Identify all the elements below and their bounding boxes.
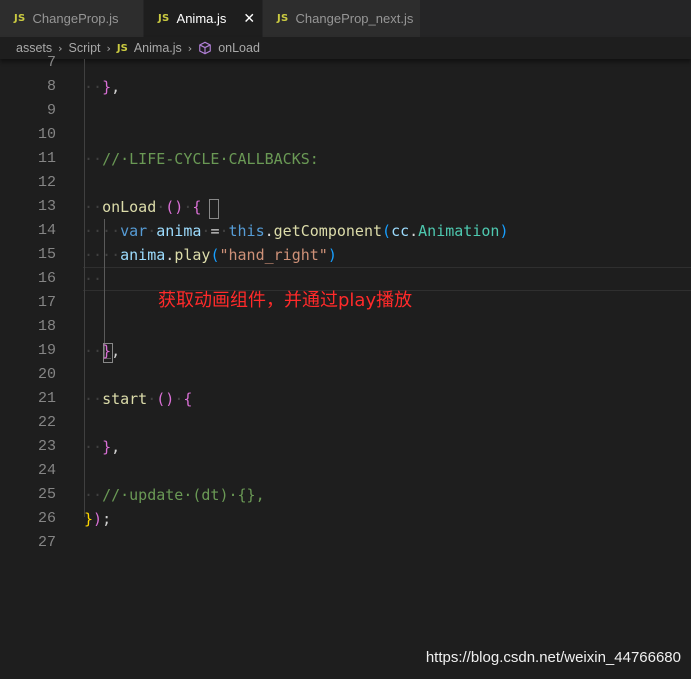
js-file-icon: JS	[158, 13, 170, 24]
js-file-icon: JS	[277, 13, 289, 24]
line-number: 13	[37, 198, 56, 215]
tab-label: ChangeProp.js	[32, 11, 119, 26]
line-number: 15	[37, 246, 56, 263]
tab-label: ChangeProp_next.js	[295, 11, 414, 26]
line-number: 8	[46, 78, 56, 95]
code-line: 24	[0, 459, 691, 483]
line-number: 21	[37, 390, 56, 407]
code-line: 19 ··},	[0, 339, 691, 363]
tab-bar: JS ChangeProp.js JS Anima.js ✕ JS Change…	[0, 0, 691, 37]
line-number: 25	[37, 486, 56, 503]
line-number: 23	[37, 438, 56, 455]
tab-label: Anima.js	[176, 11, 227, 26]
line-number: 14	[37, 222, 56, 239]
code-line: 22	[0, 411, 691, 435]
code-editor[interactable]: 7 8 ··}, 9 10 11 ··//·LIFE-CYCLE·CALLBACKS…	[0, 54, 691, 679]
line-number: 24	[37, 462, 56, 479]
code-line: 14 ····var·anima·=·this.getComponent(cc.A…	[0, 219, 691, 243]
line-number: 26	[37, 510, 56, 527]
code-line: 13 ··onLoad·()·{	[0, 195, 691, 219]
code-line: 7	[0, 51, 691, 75]
watermark-url: https://blog.csdn.net/weixin_44766680	[425, 649, 681, 666]
line-number: 19	[37, 342, 56, 359]
code-line: 18	[0, 315, 691, 339]
close-icon[interactable]: ✕	[243, 11, 255, 27]
tab-changeprop-next[interactable]: JS ChangeProp_next.js	[263, 0, 421, 37]
code-line: 9	[0, 99, 691, 123]
line-number: 12	[37, 174, 56, 191]
code-line: 25 ··//·update·(dt)·{},	[0, 483, 691, 507]
code-line: 8 ··},	[0, 75, 691, 99]
code-line: 12	[0, 171, 691, 195]
line-number: 22	[37, 414, 56, 431]
tab-changeprop[interactable]: JS ChangeProp.js	[0, 0, 144, 37]
line-number: 17	[37, 294, 56, 311]
line-number: 18	[37, 318, 56, 335]
code-line: 15 ····anima.play("hand_right")	[0, 243, 691, 267]
line-number: 7	[46, 54, 56, 71]
line-number: 20	[37, 366, 56, 383]
line-number: 16	[37, 270, 56, 287]
code-line: 11 ··//·LIFE-CYCLE·CALLBACKS:	[0, 147, 691, 171]
line-number: 10	[37, 126, 56, 143]
line-number: 9	[46, 102, 56, 119]
line-number: 27	[37, 534, 56, 551]
code-line: 26});	[0, 507, 691, 531]
line-number: 11	[37, 150, 56, 167]
code-line: 23 ··},	[0, 435, 691, 459]
tab-anima[interactable]: JS Anima.js ✕	[144, 0, 263, 37]
code-line: 27	[0, 531, 691, 555]
js-file-icon: JS	[14, 13, 26, 24]
code-line: 10	[0, 123, 691, 147]
code-line: 21 ··start·()·{	[0, 387, 691, 411]
code-line: 20	[0, 363, 691, 387]
annotation-text: 获取动画组件，并通过play播放	[158, 290, 413, 311]
